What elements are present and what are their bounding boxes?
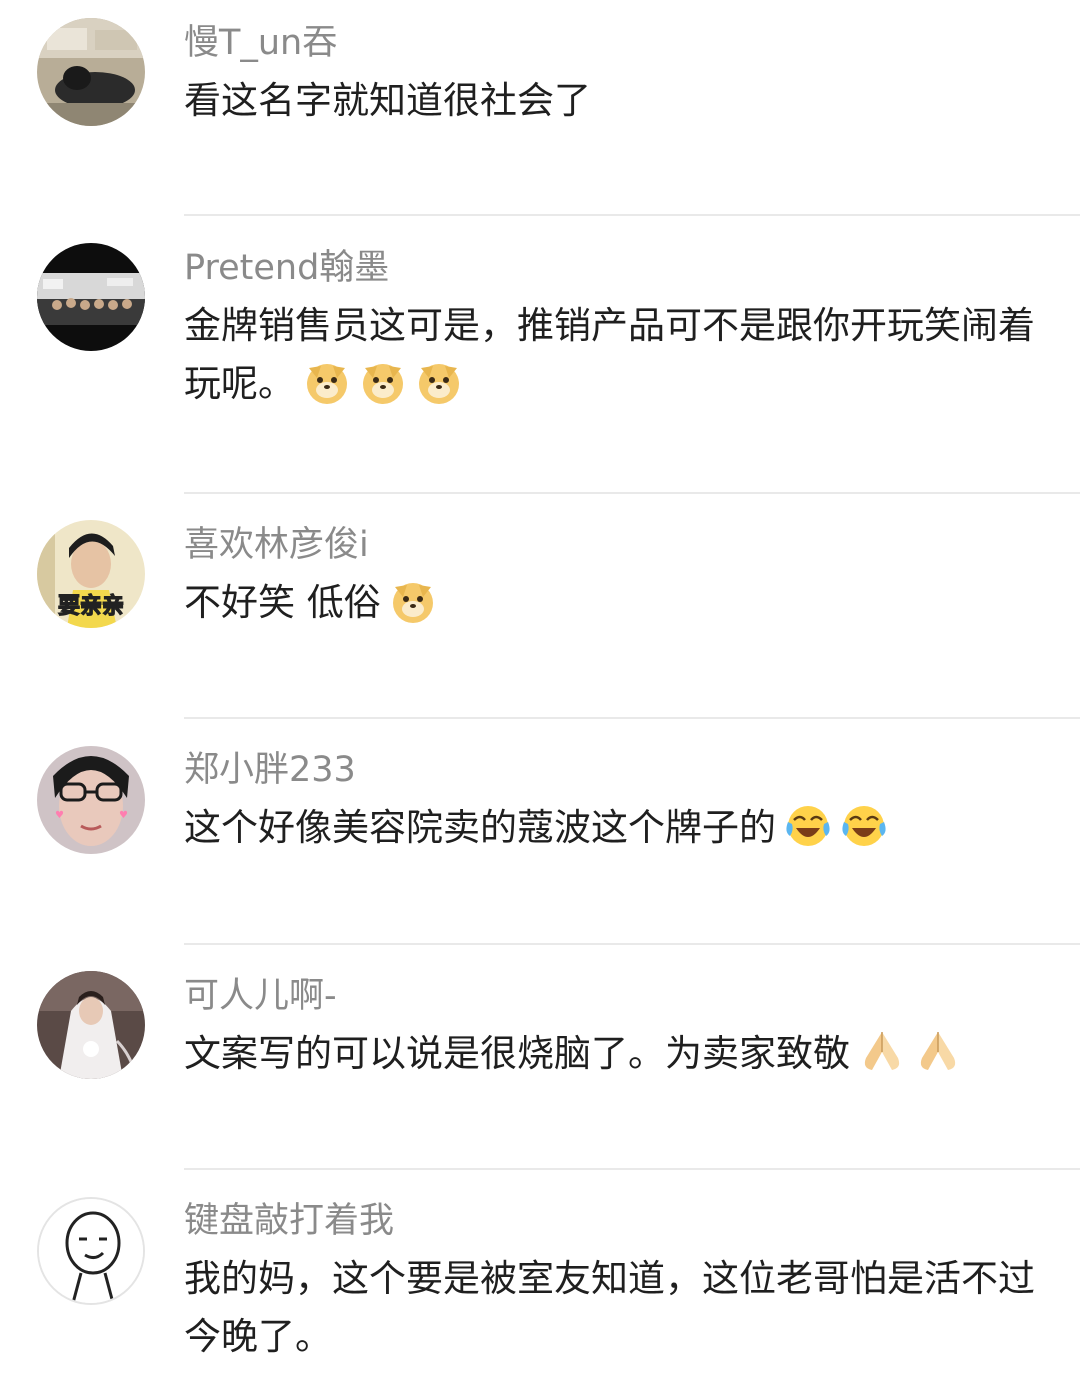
- laugh-cry-icon: [786, 806, 830, 846]
- avatar-person-desk-image: [37, 18, 145, 126]
- divider: [184, 492, 1080, 494]
- comment-text-content: 我的妈，这个要是被室友知道，这位老哥怕是活不过今晚了。: [184, 1257, 1035, 1358]
- laugh-cry-icon: [842, 806, 886, 846]
- svg-text:♥: ♥: [119, 810, 128, 821]
- avatar-caption: 要亲亲: [58, 594, 124, 619]
- divider: [184, 943, 1080, 945]
- username[interactable]: 键盘敲打着我: [184, 1201, 394, 1241]
- username[interactable]: 郑小胖233: [184, 750, 356, 790]
- comment-text-content: 文案写的可以说是很烧脑了。为卖家致敬: [184, 1032, 850, 1075]
- comment-text: 这个好像美容院卖的蔻波这个牌子的: [184, 799, 1054, 857]
- username[interactable]: 慢T_un吞: [184, 23, 337, 63]
- comment-text: 我的妈，这个要是被室友知道，这位老哥怕是活不过今晚了。: [184, 1250, 1054, 1366]
- divider: [184, 214, 1080, 216]
- comment-text: 金牌销售员这可是，推销产品可不是跟你开玩笑闹着玩呢。: [184, 297, 1054, 413]
- divider: [184, 1168, 1080, 1170]
- avatar-bride-image: [37, 971, 145, 1079]
- doge-icon: [419, 364, 459, 404]
- comment-text-content: 不好笑 低俗: [184, 581, 381, 624]
- comment-text: 看这名字就知道很社会了: [184, 72, 1054, 130]
- avatar[interactable]: [37, 1197, 145, 1305]
- clasped-hands-icon: [864, 1032, 900, 1070]
- avatar-group-photo-image: [37, 243, 145, 351]
- doge-icon: [363, 364, 403, 404]
- comment-text-content: 这个好像美容院卖的蔻波这个牌子的: [184, 806, 776, 849]
- avatar[interactable]: ♥ ♥: [37, 746, 145, 854]
- clasped-hands-icon: [920, 1032, 956, 1070]
- avatar[interactable]: [37, 243, 145, 351]
- doge-icon: [307, 364, 347, 404]
- comment-text-content: 看这名字就知道很社会了: [184, 79, 591, 122]
- avatar[interactable]: 要亲亲: [37, 520, 145, 628]
- avatar-idol-image: 要亲亲: [37, 520, 145, 628]
- svg-text:♥: ♥: [55, 810, 64, 821]
- avatar-girl-glasses-image: ♥ ♥: [37, 746, 145, 854]
- avatar[interactable]: [37, 18, 145, 126]
- avatar-smirk-face-image: [39, 1199, 143, 1303]
- divider: [184, 717, 1080, 719]
- comment-text: 文案写的可以说是很烧脑了。为卖家致敬: [184, 1025, 1054, 1083]
- doge-icon: [392, 583, 433, 623]
- username[interactable]: Pretend翰墨: [184, 248, 389, 288]
- avatar[interactable]: [37, 971, 145, 1079]
- comment-text: 不好笑 低俗: [184, 574, 1054, 632]
- username[interactable]: 喜欢林彦俊i: [184, 525, 369, 565]
- username[interactable]: 可人儿啊-: [184, 976, 337, 1016]
